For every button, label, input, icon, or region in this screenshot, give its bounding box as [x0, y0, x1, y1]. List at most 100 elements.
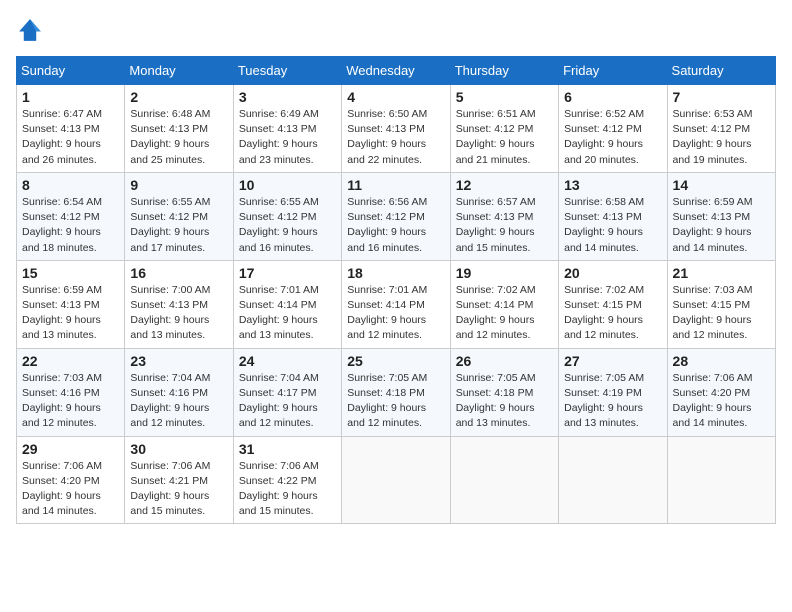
day-info: Sunrise: 7:04 AMSunset: 4:16 PMDaylight:…: [130, 372, 210, 430]
day-number: 14: [673, 177, 770, 193]
day-info: Sunrise: 6:51 AMSunset: 4:12 PMDaylight:…: [456, 108, 536, 166]
day-info: Sunrise: 6:47 AMSunset: 4:13 PMDaylight:…: [22, 108, 102, 166]
calendar-cell: 16Sunrise: 7:00 AMSunset: 4:13 PMDayligh…: [125, 260, 233, 348]
day-info: Sunrise: 6:48 AMSunset: 4:13 PMDaylight:…: [130, 108, 210, 166]
day-number: 4: [347, 89, 444, 105]
day-number: 2: [130, 89, 227, 105]
logo-icon: [16, 16, 44, 44]
day-info: Sunrise: 7:04 AMSunset: 4:17 PMDaylight:…: [239, 372, 319, 430]
weekday-header-thursday: Thursday: [450, 57, 558, 85]
calendar-cell: 30Sunrise: 7:06 AMSunset: 4:21 PMDayligh…: [125, 436, 233, 524]
calendar-cell: 20 Sunrise: 7:02 AMSunset: 4:15 PMDayligh…: [559, 260, 667, 348]
calendar-cell: 22 Sunrise: 7:03 AMSunset: 4:16 PMDayligh…: [17, 348, 125, 436]
day-info: Sunrise: 6:57 AMSunset: 4:13 PMDaylight:…: [456, 196, 536, 254]
week-row-3: 15 Sunrise: 6:59 AMSunset: 4:13 PMDayligh…: [17, 260, 776, 348]
day-number: 29: [22, 441, 119, 457]
calendar-cell: 6 Sunrise: 6:52 AMSunset: 4:12 PMDaylight…: [559, 85, 667, 173]
day-info: Sunrise: 7:02 AMSunset: 4:15 PMDaylight:…: [564, 284, 644, 342]
calendar-cell: 28 Sunrise: 7:06 AMSunset: 4:20 PMDayligh…: [667, 348, 775, 436]
day-number: 27: [564, 353, 661, 369]
day-number: 7: [673, 89, 770, 105]
day-number: 21: [673, 265, 770, 281]
day-info: Sunrise: 6:52 AMSunset: 4:12 PMDaylight:…: [564, 108, 644, 166]
day-number: 19: [456, 265, 553, 281]
day-number: 24: [239, 353, 336, 369]
day-number: 28: [673, 353, 770, 369]
day-info: Sunrise: 6:59 AMSunset: 4:13 PMDaylight:…: [673, 196, 753, 254]
calendar-cell: [559, 436, 667, 524]
day-info: Sunrise: 7:06 AMSunset: 4:20 PMDaylight:…: [673, 372, 753, 430]
day-info: Sunrise: 6:49 AMSunset: 4:13 PMDaylight:…: [239, 108, 319, 166]
day-number: 17: [239, 265, 336, 281]
day-info: Sunrise: 7:06 AMSunset: 4:21 PMDaylight:…: [130, 460, 210, 518]
day-info: Sunrise: 6:55 AMSunset: 4:12 PMDaylight:…: [130, 196, 210, 254]
page-header: [16, 16, 776, 44]
calendar-cell: 8 Sunrise: 6:54 AMSunset: 4:12 PMDaylight…: [17, 172, 125, 260]
logo: [16, 16, 48, 44]
day-number: 5: [456, 89, 553, 105]
day-number: 10: [239, 177, 336, 193]
day-number: 18: [347, 265, 444, 281]
calendar-cell: 26 Sunrise: 7:05 AMSunset: 4:18 PMDayligh…: [450, 348, 558, 436]
day-info: Sunrise: 6:56 AMSunset: 4:12 PMDaylight:…: [347, 196, 427, 254]
calendar-cell: 11 Sunrise: 6:56 AMSunset: 4:12 PMDayligh…: [342, 172, 450, 260]
calendar-cell: 19 Sunrise: 7:02 AMSunset: 4:14 PMDayligh…: [450, 260, 558, 348]
calendar-cell: 17 Sunrise: 7:01 AMSunset: 4:14 PMDayligh…: [233, 260, 341, 348]
calendar-cell: [667, 436, 775, 524]
day-number: 25: [347, 353, 444, 369]
day-info: Sunrise: 7:06 AMSunset: 4:20 PMDaylight:…: [22, 460, 102, 518]
calendar-cell: 2 Sunrise: 6:48 AMSunset: 4:13 PMDaylight…: [125, 85, 233, 173]
calendar-cell: 9Sunrise: 6:55 AMSunset: 4:12 PMDaylight…: [125, 172, 233, 260]
calendar-cell: 29 Sunrise: 7:06 AMSunset: 4:20 PMDayligh…: [17, 436, 125, 524]
day-info: Sunrise: 6:58 AMSunset: 4:13 PMDaylight:…: [564, 196, 644, 254]
day-info: Sunrise: 7:05 AMSunset: 4:18 PMDaylight:…: [456, 372, 536, 430]
day-number: 8: [22, 177, 119, 193]
day-info: Sunrise: 6:55 AMSunset: 4:12 PMDaylight:…: [239, 196, 319, 254]
day-info: Sunrise: 6:59 AMSunset: 4:13 PMDaylight:…: [22, 284, 102, 342]
calendar-cell: 23 Sunrise: 7:04 AMSunset: 4:16 PMDayligh…: [125, 348, 233, 436]
calendar-cell: 25 Sunrise: 7:05 AMSunset: 4:18 PMDayligh…: [342, 348, 450, 436]
calendar-cell: [342, 436, 450, 524]
day-number: 31: [239, 441, 336, 457]
day-number: 22: [22, 353, 119, 369]
weekday-header-row: SundayMondayTuesdayWednesdayThursdayFrid…: [17, 57, 776, 85]
calendar-cell: 15 Sunrise: 6:59 AMSunset: 4:13 PMDayligh…: [17, 260, 125, 348]
week-row-4: 22 Sunrise: 7:03 AMSunset: 4:16 PMDayligh…: [17, 348, 776, 436]
day-number: 20: [564, 265, 661, 281]
calendar-cell: 21 Sunrise: 7:03 AMSunset: 4:15 PMDayligh…: [667, 260, 775, 348]
calendar-cell: 10 Sunrise: 6:55 AMSunset: 4:12 PMDayligh…: [233, 172, 341, 260]
day-info: Sunrise: 7:01 AMSunset: 4:14 PMDaylight:…: [347, 284, 427, 342]
day-number: 11: [347, 177, 444, 193]
day-info: Sunrise: 7:05 AMSunset: 4:19 PMDaylight:…: [564, 372, 644, 430]
day-number: 26: [456, 353, 553, 369]
calendar-cell: [450, 436, 558, 524]
calendar-cell: 24 Sunrise: 7:04 AMSunset: 4:17 PMDayligh…: [233, 348, 341, 436]
day-info: Sunrise: 7:02 AMSunset: 4:14 PMDaylight:…: [456, 284, 536, 342]
calendar-cell: 18 Sunrise: 7:01 AMSunset: 4:14 PMDayligh…: [342, 260, 450, 348]
weekday-header-friday: Friday: [559, 57, 667, 85]
day-number: 16: [130, 265, 227, 281]
week-row-1: 1 Sunrise: 6:47 AMSunset: 4:13 PMDaylight…: [17, 85, 776, 173]
weekday-header-saturday: Saturday: [667, 57, 775, 85]
day-number: 15: [22, 265, 119, 281]
weekday-header-tuesday: Tuesday: [233, 57, 341, 85]
calendar-cell: 14 Sunrise: 6:59 AMSunset: 4:13 PMDayligh…: [667, 172, 775, 260]
day-number: 6: [564, 89, 661, 105]
calendar-cell: 1 Sunrise: 6:47 AMSunset: 4:13 PMDaylight…: [17, 85, 125, 173]
day-info: Sunrise: 7:06 AMSunset: 4:22 PMDaylight:…: [239, 460, 319, 518]
day-info: Sunrise: 6:53 AMSunset: 4:12 PMDaylight:…: [673, 108, 753, 166]
day-info: Sunrise: 7:03 AMSunset: 4:15 PMDaylight:…: [673, 284, 753, 342]
weekday-header-wednesday: Wednesday: [342, 57, 450, 85]
day-info: Sunrise: 7:03 AMSunset: 4:16 PMDaylight:…: [22, 372, 102, 430]
week-row-2: 8 Sunrise: 6:54 AMSunset: 4:12 PMDaylight…: [17, 172, 776, 260]
week-row-5: 29 Sunrise: 7:06 AMSunset: 4:20 PMDayligh…: [17, 436, 776, 524]
day-number: 1: [22, 89, 119, 105]
calendar-cell: 5 Sunrise: 6:51 AMSunset: 4:12 PMDaylight…: [450, 85, 558, 173]
calendar-cell: 7 Sunrise: 6:53 AMSunset: 4:12 PMDaylight…: [667, 85, 775, 173]
day-info: Sunrise: 7:01 AMSunset: 4:14 PMDaylight:…: [239, 284, 319, 342]
day-info: Sunrise: 6:54 AMSunset: 4:12 PMDaylight:…: [22, 196, 102, 254]
day-info: Sunrise: 7:05 AMSunset: 4:18 PMDaylight:…: [347, 372, 427, 430]
day-number: 23: [130, 353, 227, 369]
weekday-header-sunday: Sunday: [17, 57, 125, 85]
calendar-cell: 12Sunrise: 6:57 AMSunset: 4:13 PMDayligh…: [450, 172, 558, 260]
